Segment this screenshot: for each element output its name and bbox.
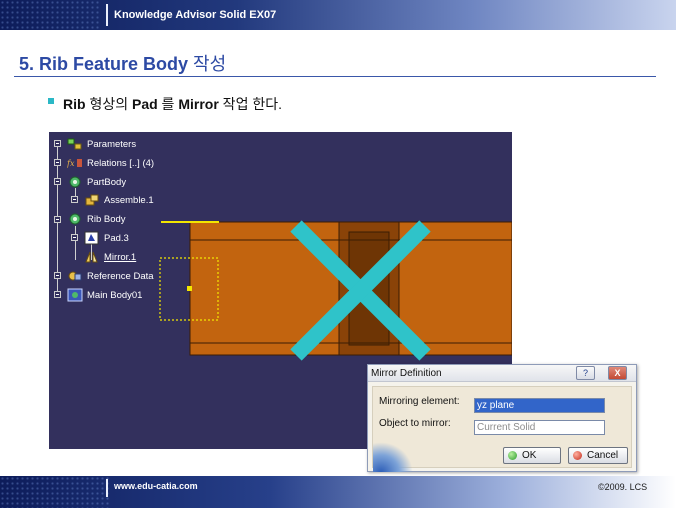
- footer-banner: www.edu-catia.com ©2009. LCS: [0, 476, 676, 508]
- tree-item-parameters[interactable]: Parameters: [67, 137, 136, 151]
- expand-main-body[interactable]: [54, 291, 61, 298]
- body-icon: [67, 212, 83, 226]
- expand-relations[interactable]: [54, 159, 61, 166]
- tree-item-assemble[interactable]: Assemble.1: [84, 193, 154, 207]
- reference-data-icon: [67, 269, 83, 283]
- expand-ribbody[interactable]: [54, 216, 61, 223]
- ok-button[interactable]: OK: [503, 447, 561, 464]
- header-banner: Knowledge Advisor Solid EX07: [0, 0, 676, 30]
- tree-label-main-body: Main Body01: [87, 289, 143, 301]
- course-title: Knowledge Advisor Solid EX07: [114, 9, 277, 21]
- cancel-label: Cancel: [587, 450, 619, 461]
- main-body-icon: [67, 288, 83, 302]
- section-title-main: 5. Rib Feature Body: [19, 54, 189, 74]
- expand-assemble[interactable]: [71, 196, 78, 203]
- tree-item-ribbody[interactable]: Rib Body: [67, 212, 126, 226]
- help-button[interactable]: ?: [576, 366, 595, 380]
- tree-item-main-body[interactable]: Main Body01: [67, 288, 142, 302]
- cancel-icon: [573, 451, 582, 460]
- tree-label-reference-data: Reference Data: [87, 270, 154, 282]
- relations-icon: fx: [66, 156, 83, 170]
- bullet-action: 작업 한다.: [218, 96, 282, 112]
- tree-item-partbody[interactable]: PartBody: [67, 175, 126, 189]
- bullet-mirror: Mirror: [178, 96, 219, 112]
- bullet-shape-of: 형상의: [85, 96, 132, 112]
- tree-label-mirror: Mirror.1: [104, 251, 137, 263]
- mirror-selection-handle: [187, 286, 192, 291]
- ok-label: OK: [522, 450, 537, 461]
- header-divider: [106, 4, 108, 26]
- dialog-decoration: [373, 442, 413, 472]
- object-to-mirror-label: Object to mirror:: [379, 418, 451, 429]
- tree-label-parameters: Parameters: [87, 138, 137, 150]
- bullet-text: Rib 형상의 Pad 를 Mirror 작업 한다.: [63, 94, 282, 114]
- bullet-pad: Pad: [131, 96, 158, 112]
- section-divider: [14, 76, 656, 77]
- bullet-rib: Rib: [63, 96, 86, 112]
- dialog-titlebar[interactable]: Mirror Definition ? X: [368, 365, 636, 382]
- ok-icon: [508, 451, 517, 460]
- header-dot-pattern: [0, 0, 100, 30]
- tree-item-mirror[interactable]: Mirror.1: [84, 250, 136, 264]
- footer-dot-pattern: [0, 476, 110, 508]
- section-title-suffix: 작성: [193, 54, 227, 74]
- tree-label-pad: Pad.3: [104, 232, 129, 244]
- footer-divider: [106, 479, 108, 497]
- tree-branch-ribbody: [75, 226, 76, 260]
- footer-url[interactable]: www.edu-catia.com: [114, 481, 198, 491]
- mirror-definition-dialog[interactable]: Mirror Definition ? X Mirroring element:…: [367, 364, 637, 472]
- mirror-icon: [84, 250, 100, 264]
- tree-label-partbody: PartBody: [87, 176, 127, 188]
- partbody-icon: [67, 175, 83, 189]
- tree-label-relations: Relations [..] (4): [87, 157, 155, 169]
- expand-reference-data[interactable]: [54, 272, 61, 279]
- pad-icon: [84, 231, 100, 245]
- cancel-button[interactable]: Cancel: [568, 447, 628, 464]
- mirroring-element-field[interactable]: yz plane: [474, 398, 605, 413]
- close-button[interactable]: X: [608, 366, 627, 380]
- svg-text:fx: fx: [67, 159, 75, 168]
- tree-item-pad[interactable]: Pad.3: [84, 231, 129, 245]
- expand-pad[interactable]: [71, 234, 78, 241]
- section-title: 5. Rib Feature Body 작성: [19, 50, 226, 76]
- expand-parameters[interactable]: [54, 140, 61, 147]
- expand-partbody[interactable]: [54, 178, 61, 185]
- dialog-title: Mirror Definition: [371, 368, 442, 379]
- tree-label-assemble: Assemble.1: [104, 194, 154, 206]
- bullet-particle: 를: [157, 96, 179, 112]
- assemble-icon: [84, 193, 100, 207]
- object-to-mirror-field: Current Solid: [474, 420, 605, 435]
- dialog-body: Mirroring element: yz plane Object to mi…: [372, 386, 632, 472]
- mirroring-element-label: Mirroring element:: [379, 396, 460, 407]
- tree-item-relations[interactable]: fx Relations [..] (4): [66, 156, 155, 170]
- tree-item-reference-data[interactable]: Reference Data: [67, 269, 154, 283]
- bullet-marker: [48, 98, 54, 104]
- parameters-icon: [67, 137, 83, 151]
- tree-label-ribbody: Rib Body: [87, 213, 126, 225]
- footer-copyright: ©2009. LCS: [598, 482, 648, 492]
